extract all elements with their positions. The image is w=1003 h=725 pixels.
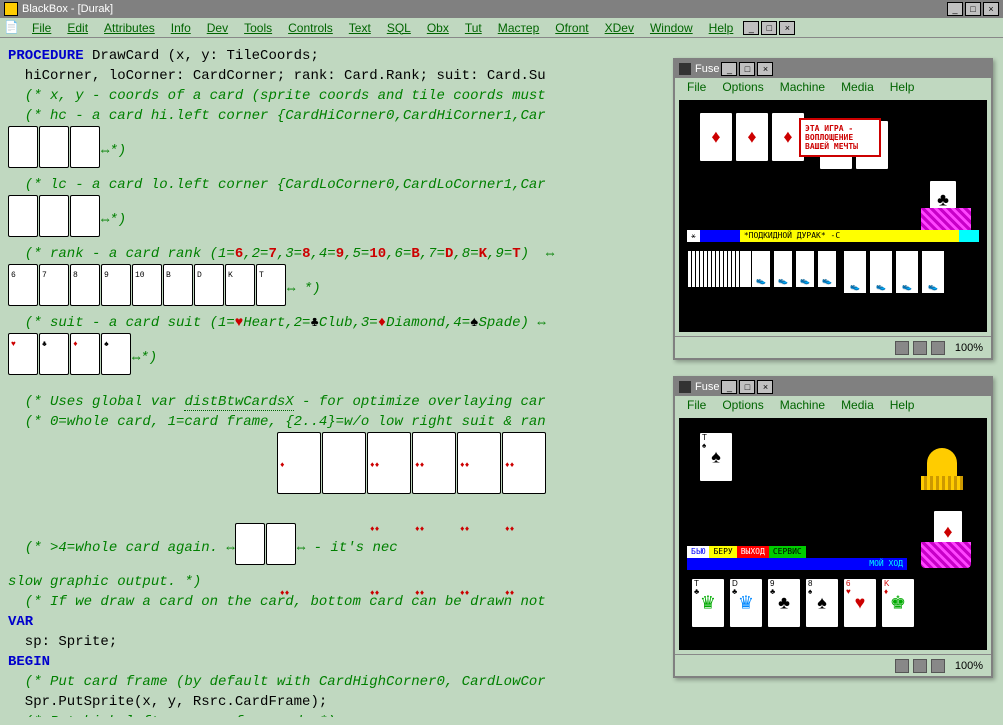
fuse2-menu-file[interactable]: File xyxy=(679,396,714,414)
fuse1-menubar: File Options Machine Media Help xyxy=(675,78,991,96)
hand-card[interactable]: 6♥♥ xyxy=(843,578,877,628)
fuse1-screen[interactable]: ♦ ♦ ♦ ♦ ♦ ЭТА ИГРА - ВОПЛОЩЕНИЕ ВАШЕЙ МЕ… xyxy=(675,96,991,336)
hand-card[interactable]: K♦♚ xyxy=(881,578,915,628)
paw-icon xyxy=(913,659,927,673)
card-strip-1 xyxy=(8,126,101,175)
main-menubar: 📄 File Edit Attributes Info Dev Tools Co… xyxy=(0,18,1003,38)
card-strip-big: ♦♦♦♦♦♦♦♦♦♦♦♦♦♦♦♦♦♦♦♦♦♦♦♦♦♦♦♦♦ xyxy=(277,432,547,523)
fuse1-minimize-button[interactable]: _ xyxy=(721,62,737,76)
fuse1-statusbar: 100% xyxy=(675,336,991,358)
hand-card[interactable]: D♣♛ xyxy=(729,578,763,628)
menu-edit[interactable]: Edit xyxy=(59,19,96,37)
tape-icon xyxy=(931,659,945,673)
menu-controls[interactable]: Controls xyxy=(280,19,341,37)
menu-window[interactable]: Window xyxy=(642,19,701,37)
card-strip-ranks: 678910BDKT xyxy=(8,264,287,313)
fuse1-title: Fuse xyxy=(695,63,719,75)
diamond-icon: ♦ xyxy=(378,315,386,331)
card-strip-suits: ♥♣♦♠ xyxy=(8,333,132,382)
fuse2-minimize-button[interactable]: _ xyxy=(721,380,737,394)
app-title: BlackBox - [Durak] xyxy=(22,3,113,15)
game-banner: ЭТА ИГРА - ВОПЛОЩЕНИЕ ВАШЕЙ МЕЧТЫ xyxy=(799,118,881,157)
doc-icon[interactable]: 📄 xyxy=(4,20,20,36)
fuse1-game-status: ⚹ *ПОДКИДНОЙ ДУРАК* -С xyxy=(687,230,979,242)
mouse-icon xyxy=(895,659,909,673)
menu-text[interactable]: Text xyxy=(341,19,379,37)
btn-take[interactable]: БЕРУ xyxy=(709,546,736,558)
club-icon: ♣ xyxy=(310,315,318,331)
fuse1-menu-machine[interactable]: Machine xyxy=(772,78,833,96)
minimize-button[interactable]: _ xyxy=(947,2,963,16)
close-button[interactable]: × xyxy=(983,2,999,16)
btn-service[interactable]: СЕРВИС xyxy=(769,546,806,558)
keyword-procedure: PROCEDURE xyxy=(8,48,84,64)
card-strip-3 xyxy=(235,523,297,572)
basket xyxy=(921,542,971,568)
menu-obx[interactable]: Obx xyxy=(419,19,457,37)
fuse2-menu-media[interactable]: Media xyxy=(833,396,882,414)
fuse1-menu-media[interactable]: Media xyxy=(833,78,882,96)
game-card: ♦ xyxy=(699,112,733,162)
fuse2-menu-machine[interactable]: Machine xyxy=(772,396,833,414)
fuse2-menubar: File Options Machine Media Help xyxy=(675,396,991,414)
game-card: T♠♠ xyxy=(699,432,733,482)
menu-info[interactable]: Info xyxy=(163,19,199,37)
heart-icon: ♥ xyxy=(235,315,243,331)
fuse2-zoom: 100% xyxy=(955,660,983,672)
mdi-maximize-button[interactable]: □ xyxy=(761,21,777,35)
fuse2-close-button[interactable]: × xyxy=(757,380,773,394)
pawn-icon xyxy=(927,448,957,478)
fuse-window-2: Fuse _ □ × File Options Machine Media He… xyxy=(673,376,993,678)
fuse1-menu-options[interactable]: Options xyxy=(714,78,771,96)
fuse2-maximize-button[interactable]: □ xyxy=(739,380,755,394)
fuse2-screen[interactable]: T♠♠ ♦ БЬЮ БЕРУ ВЫХОД СЕРВИС МОЙ ХОД T♣♛ … xyxy=(675,414,991,654)
menu-ofront[interactable]: Ofront xyxy=(547,19,596,37)
menu-sql[interactable]: SQL xyxy=(379,19,419,37)
hand-card[interactable]: 8♠♠ xyxy=(805,578,839,628)
menu-xdev[interactable]: XDev xyxy=(597,19,642,37)
mdi-minimize-button[interactable]: _ xyxy=(743,21,759,35)
workspace: PROCEDURE DrawCard (x, y: TileCoords; hi… xyxy=(0,38,1003,725)
paw-icon xyxy=(913,341,927,355)
hand-card[interactable]: T♣♛ xyxy=(691,578,725,628)
menu-dev[interactable]: Dev xyxy=(199,19,236,37)
fuse1-titlebar[interactable]: Fuse _ □ × xyxy=(675,60,991,78)
fuse2-title: Fuse xyxy=(695,381,719,393)
mouse-icon xyxy=(895,341,909,355)
fuse-icon xyxy=(679,381,691,393)
menu-tools[interactable]: Tools xyxy=(236,19,280,37)
btn-hit[interactable]: БЬЮ xyxy=(687,546,709,558)
fuse1-close-button[interactable]: × xyxy=(757,62,773,76)
fuse2-menu-options[interactable]: Options xyxy=(714,396,771,414)
mdi-close-button[interactable]: × xyxy=(779,21,795,35)
hand-card[interactable]: 9♣♣ xyxy=(767,578,801,628)
fuse1-menu-file[interactable]: File xyxy=(679,78,714,96)
spade-icon: ♠ xyxy=(470,315,478,331)
menu-attributes[interactable]: Attributes xyxy=(96,19,163,37)
btn-exit[interactable]: ВЫХОД xyxy=(737,546,769,558)
pawn-base xyxy=(921,476,963,490)
fuse2-buttons: БЬЮ БЕРУ ВЫХОД СЕРВИС xyxy=(687,546,907,558)
app-icon xyxy=(4,2,18,16)
menu-master[interactable]: Мастер xyxy=(490,19,548,37)
fuse1-maximize-button[interactable]: □ xyxy=(739,62,755,76)
fuse-window-1: Fuse _ □ × File Options Machine Media He… xyxy=(673,58,993,360)
card-strip-2 xyxy=(8,195,101,244)
fuse2-titlebar[interactable]: Fuse _ □ × xyxy=(675,378,991,396)
fuse2-turn: МОЙ ХОД xyxy=(687,558,907,570)
menu-file[interactable]: File xyxy=(24,19,59,37)
game-card: ♦ xyxy=(735,112,769,162)
keyword-begin: BEGIN xyxy=(8,654,50,670)
keyword-var: VAR xyxy=(8,614,33,630)
fuse2-statusbar: 100% xyxy=(675,654,991,676)
maximize-button[interactable]: □ xyxy=(965,2,981,16)
fuse2-menu-help[interactable]: Help xyxy=(882,396,923,414)
menu-tut[interactable]: Tut xyxy=(457,19,490,37)
fuse1-menu-help[interactable]: Help xyxy=(882,78,923,96)
main-titlebar: BlackBox - [Durak] _ □ × xyxy=(0,0,1003,18)
tape-icon xyxy=(931,341,945,355)
menu-help[interactable]: Help xyxy=(701,19,742,37)
fuse-icon xyxy=(679,63,691,75)
fuse1-zoom: 100% xyxy=(955,342,983,354)
